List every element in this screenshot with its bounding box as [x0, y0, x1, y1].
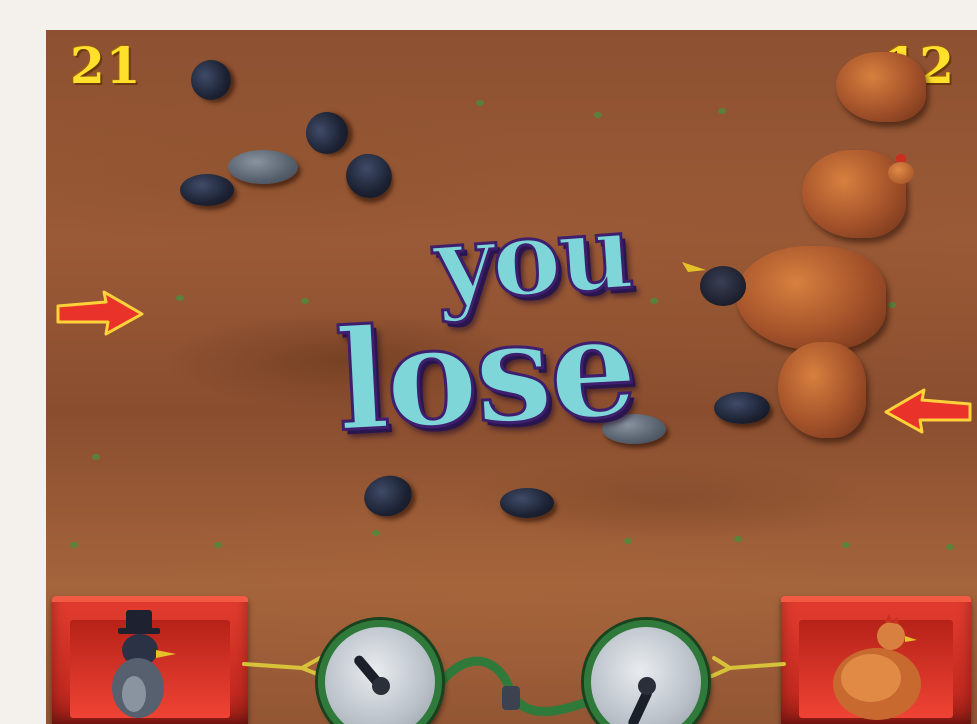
- hen-head: [888, 162, 914, 184]
- dark-seed: [339, 147, 399, 205]
- right-connector: [710, 656, 786, 678]
- left-gauge-cap: [372, 677, 390, 695]
- hen-sprite: [802, 150, 906, 238]
- crow-player-icon: [112, 610, 176, 718]
- dark-seed: [500, 488, 554, 518]
- grass-sprout: [92, 454, 100, 460]
- grass-sprout: [946, 544, 954, 550]
- grass-sprout: [301, 298, 309, 304]
- banner-line-lose: lose: [330, 283, 639, 464]
- arrow-right-icon: [56, 290, 144, 336]
- right-player-panel[interactable]: [781, 596, 971, 724]
- arrow-left-icon: [884, 388, 972, 434]
- grass-sprout: [594, 112, 602, 118]
- dark-seed: [714, 392, 770, 424]
- left-player-panel[interactable]: [52, 596, 248, 724]
- hen-player-icon: [833, 614, 921, 720]
- right-gauge-cap: [638, 677, 656, 695]
- gauge-hose: [426, 656, 596, 716]
- right-power-gauge: [584, 620, 708, 724]
- grass-sprout: [888, 302, 896, 308]
- grass-sprout: [842, 542, 850, 548]
- grass-sprout: [214, 542, 222, 548]
- game-board: 21 12 you lose: [46, 30, 977, 724]
- grey-stone: [228, 150, 298, 184]
- hen-sprite: [778, 342, 866, 438]
- grass-sprout: [624, 538, 632, 544]
- grass-sprout: [718, 108, 726, 114]
- dark-seed: [359, 470, 417, 522]
- game-over-banner: you lose: [330, 188, 676, 464]
- dark-seed: [297, 103, 357, 163]
- dark-seed: [185, 54, 237, 106]
- grass-sprout: [734, 536, 742, 542]
- crow-beak-icon: [682, 262, 706, 272]
- left-power-gauge: [318, 620, 442, 724]
- hen-sprite: [836, 52, 926, 122]
- score-left: 21: [70, 36, 142, 95]
- dark-seed: [180, 174, 234, 206]
- grass-sprout: [372, 530, 380, 536]
- grass-sprout: [176, 295, 184, 301]
- hen-sprite: [736, 246, 886, 350]
- grass-sprout: [476, 100, 484, 106]
- hen-comb: [896, 154, 906, 162]
- grass-sprout: [70, 542, 78, 548]
